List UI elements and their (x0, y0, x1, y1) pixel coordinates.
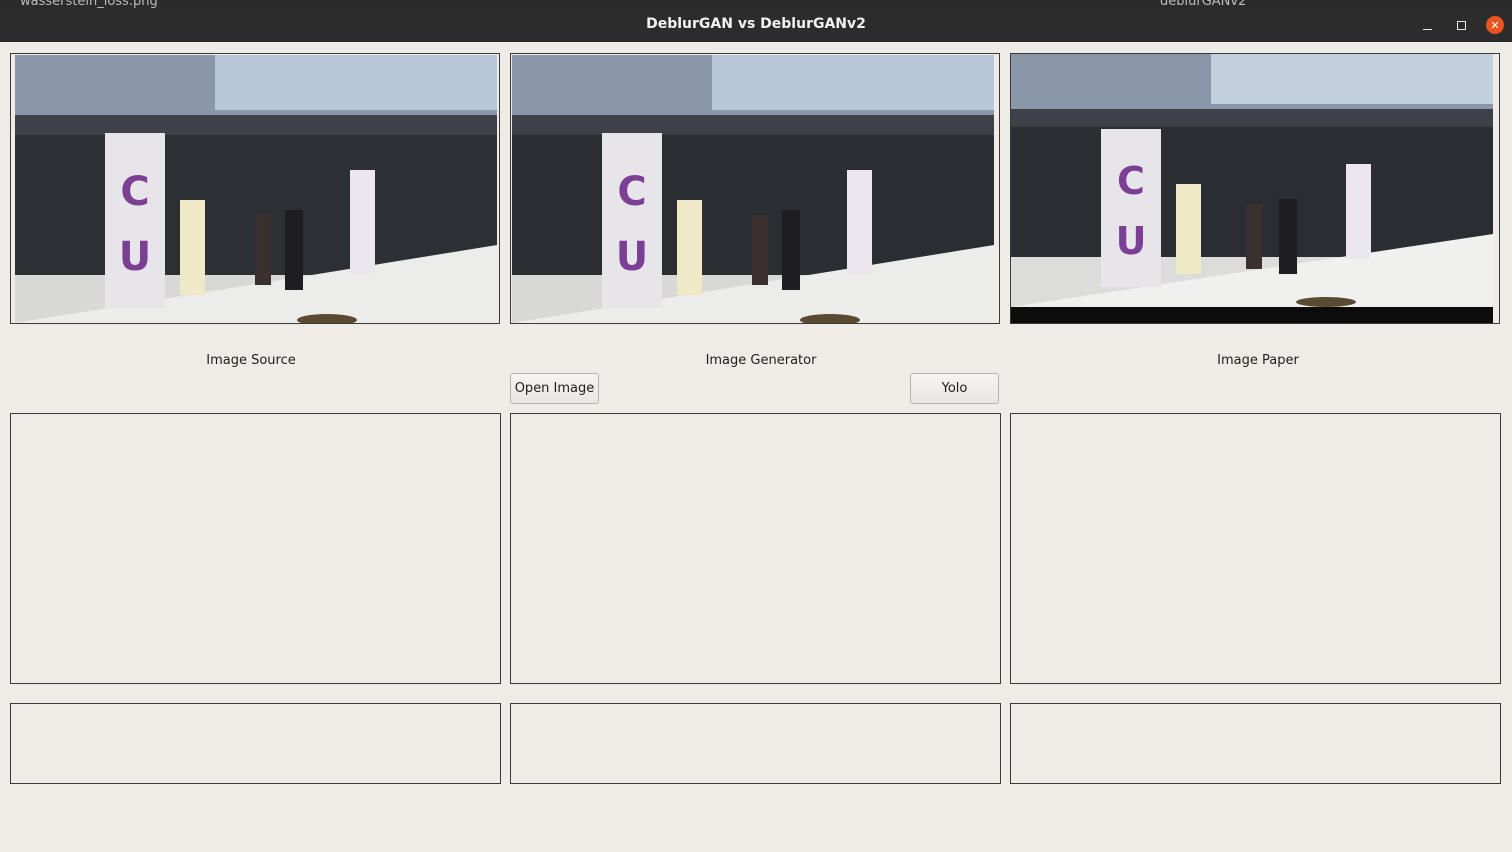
image-source-label: Image Source (206, 353, 296, 368)
source-info-panel (10, 703, 501, 784)
maximize-icon[interactable] (1451, 15, 1471, 35)
image-paper-label: Image Paper (1217, 353, 1299, 368)
svg-text:C: C (617, 169, 646, 215)
svg-text:U: U (1116, 219, 1147, 263)
svg-text:U: U (119, 234, 151, 280)
source-result-panel (10, 413, 501, 684)
generator-street-image: C U (512, 55, 994, 323)
paper-result-panel (1010, 413, 1501, 684)
source-street-image: C U (15, 55, 497, 323)
paper-street-image: C U (1011, 54, 1493, 323)
image-generator-label: Image Generator (705, 353, 817, 368)
image-generator-panel: C U (510, 53, 1000, 324)
image-source-panel: C U (10, 53, 500, 324)
generator-result-panel (510, 413, 1001, 684)
background-ide-strip: wasserstein_loss.png deblurGANv2 (0, 0, 1512, 8)
svg-text:U: U (616, 234, 648, 280)
close-icon[interactable]: ✕ (1486, 16, 1504, 34)
window-title: DeblurGAN vs DeblurGANv2 (646, 16, 866, 32)
generator-info-panel (510, 703, 1001, 784)
svg-text:C: C (120, 169, 149, 215)
paper-info-panel (1010, 703, 1501, 784)
open-image-button[interactable]: Open Image (510, 373, 599, 404)
background-project-label: deblurGANv2 (1160, 0, 1247, 8)
yolo-button[interactable]: Yolo (910, 373, 999, 404)
background-tab-label: wasserstein_loss.png (20, 0, 158, 8)
window-titlebar[interactable]: DeblurGAN vs DeblurGANv2 ✕ (0, 8, 1512, 42)
svg-text:C: C (1117, 159, 1145, 203)
image-paper-panel: C U (1010, 53, 1500, 324)
minimize-icon[interactable] (1417, 15, 1437, 35)
